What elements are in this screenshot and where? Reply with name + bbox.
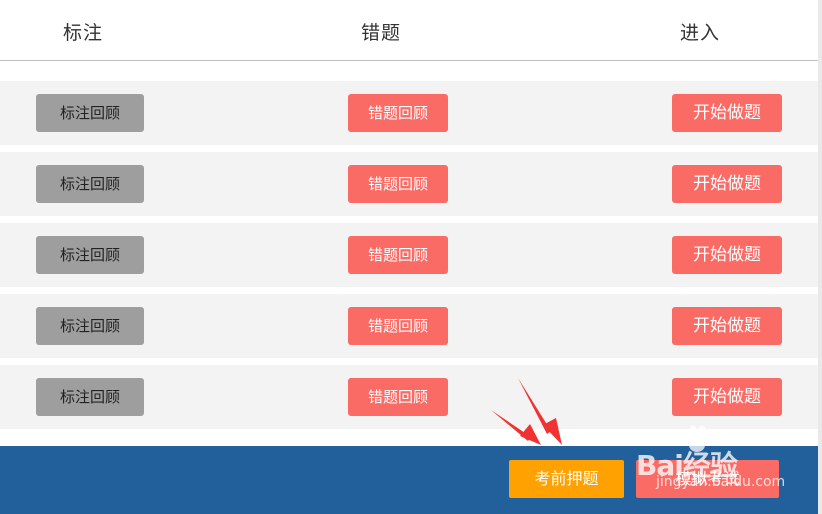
start-practice-button[interactable]: 开始做题 [672,378,782,416]
wrong-review-button[interactable]: 错题回顾 [348,307,448,345]
list-item: 标注回顾 错题回顾 开始做题 [0,81,818,145]
mark-review-button[interactable]: 标注回顾 [36,307,144,345]
header-mark: 标注 [63,22,104,44]
list-item: 标注回顾 错题回顾 开始做题 [0,294,818,358]
exercise-panel: 标注 错题 进入 标注回顾 错题回顾 开始做题 标注回顾 错题回顾 开始做题 标… [0,0,822,514]
list-item: 标注回顾 错题回顾 开始做题 [0,365,818,429]
start-practice-button[interactable]: 开始做题 [672,94,782,132]
chapter-list: 标注回顾 错题回顾 开始做题 标注回顾 错题回顾 开始做题 标注回顾 错题回顾 … [0,81,818,436]
wrong-review-button[interactable]: 错题回顾 [348,165,448,203]
wrong-review-button[interactable]: 错题回顾 [348,94,448,132]
mark-review-button[interactable]: 标注回顾 [36,236,144,274]
exam-prep-button[interactable]: 考前押题 [509,460,624,498]
list-item: 标注回顾 错题回顾 开始做题 [0,223,818,287]
mock-exam-button[interactable]: 模拟考试 [636,460,779,498]
mark-review-button[interactable]: 标注回顾 [36,94,144,132]
start-practice-button[interactable]: 开始做题 [672,307,782,345]
header-enter: 进入 [680,22,721,44]
wrong-review-button[interactable]: 错题回顾 [348,378,448,416]
start-practice-button[interactable]: 开始做题 [672,165,782,203]
start-practice-button[interactable]: 开始做题 [672,236,782,274]
wrong-review-button[interactable]: 错题回顾 [348,236,448,274]
mark-review-button[interactable]: 标注回顾 [36,165,144,203]
scrollbar-track[interactable] [818,0,822,514]
header-wrong: 错题 [361,22,402,44]
footer-bar: 考前押题 模拟考试 [0,446,818,514]
mark-review-button[interactable]: 标注回顾 [36,378,144,416]
list-item: 标注回顾 错题回顾 开始做题 [0,152,818,216]
table-header: 标注 错题 进入 [0,0,818,61]
